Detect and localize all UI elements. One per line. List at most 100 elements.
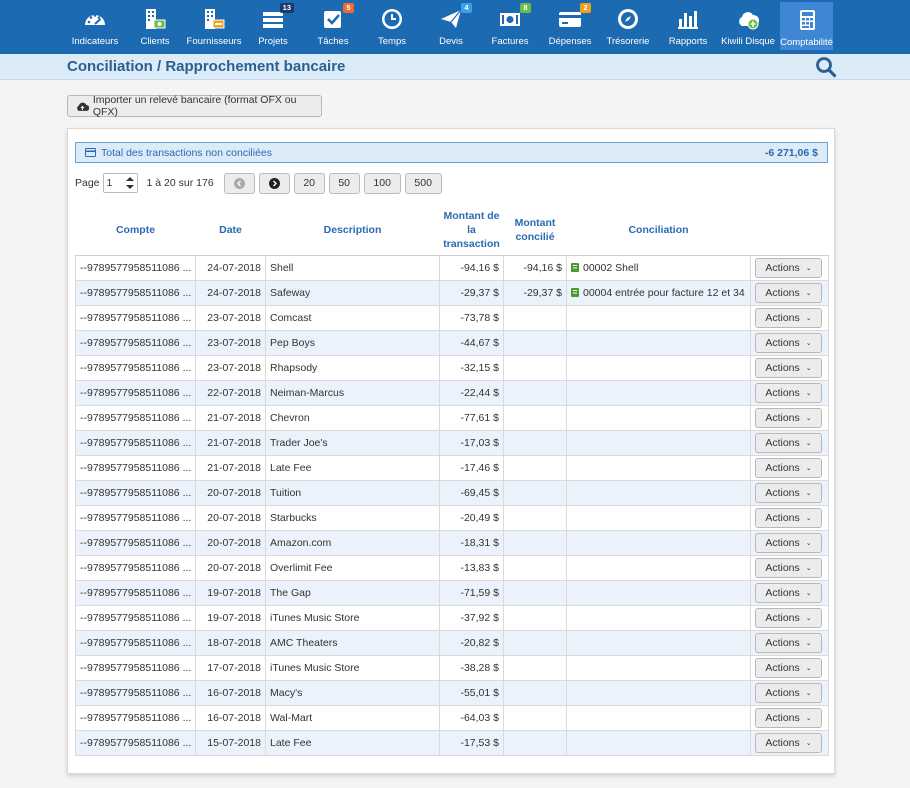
actions-dropdown-button[interactable]: Actions ⌄ xyxy=(755,657,822,678)
expenses-badge: 2 xyxy=(580,3,591,13)
cell-montant-concilie xyxy=(503,304,567,331)
column-header-conciliation[interactable]: Conciliation xyxy=(566,206,751,256)
calculator-icon xyxy=(794,7,820,33)
actions-dropdown-button[interactable]: Actions ⌄ xyxy=(755,707,822,728)
column-header-montant-concilie[interactable]: Montant concilié xyxy=(503,206,567,256)
actions-dropdown-button[interactable]: Actions ⌄ xyxy=(755,457,822,478)
cell-compte: --9789577958511086 ... xyxy=(75,429,196,456)
actions-dropdown-button[interactable]: Actions ⌄ xyxy=(755,332,822,353)
actions-dropdown-button[interactable]: Actions ⌄ xyxy=(755,682,822,703)
next-page-button[interactable] xyxy=(258,172,290,194)
actions-dropdown-button[interactable]: Actions ⌄ xyxy=(755,532,822,553)
import-button-label: Importer un relevé bancaire (format OFX … xyxy=(92,94,297,118)
cell-montant-concilie xyxy=(503,454,567,481)
actions-label: Actions xyxy=(765,711,800,724)
table-row: --9789577958511086 ... 20-07-2018 Tuitio… xyxy=(75,479,829,506)
nav-item-temps[interactable]: Temps xyxy=(377,0,407,52)
nav-item-fournisseurs[interactable]: Fournisseurs xyxy=(187,0,241,52)
column-header-montant-transaction[interactable]: Montant de la transaction xyxy=(439,206,504,256)
actions-dropdown-button[interactable]: Actions ⌄ xyxy=(755,257,822,278)
transactions-table: Compte Date Description Montant de la tr… xyxy=(75,206,829,756)
cell-actions: Actions ⌄ xyxy=(750,279,829,306)
tasks-icon: 5 xyxy=(320,3,354,32)
table-body: --9789577958511086 ... 24-07-2018 Shell … xyxy=(75,254,829,756)
reconciliation-text: 00004 entrée pour facture 12 et 34 xyxy=(583,286,745,299)
table-header-row: Compte Date Description Montant de la tr… xyxy=(75,206,829,256)
column-header-compte[interactable]: Compte xyxy=(75,206,196,256)
cell-date: 18-07-2018 xyxy=(195,629,266,656)
cell-montant-transaction: -32,15 $ xyxy=(439,354,504,381)
cell-montant-transaction: -20,82 $ xyxy=(439,629,504,656)
pagination: Page 1 1 à 20 sur 176 20 50 100 500 xyxy=(75,172,442,194)
chevron-down-icon: ⌄ xyxy=(805,339,812,347)
spinner-arrows-icon[interactable] xyxy=(125,176,134,190)
actions-dropdown-button[interactable]: Actions ⌄ xyxy=(755,482,822,503)
search-button[interactable] xyxy=(815,56,837,78)
page-size-50-button[interactable]: 50 xyxy=(328,172,360,194)
nav-item-tresorerie[interactable]: Trésorerie xyxy=(607,0,649,52)
nav-item-indicateurs[interactable]: Indicateurs xyxy=(70,0,120,52)
actions-label: Actions xyxy=(765,386,800,399)
actions-dropdown-button[interactable]: Actions ⌄ xyxy=(755,282,822,303)
actions-dropdown-button[interactable]: Actions ⌄ xyxy=(755,632,822,653)
table-row: --9789577958511086 ... 21-07-2018 Trader… xyxy=(75,429,829,456)
actions-dropdown-button[interactable]: Actions ⌄ xyxy=(755,582,822,603)
cell-montant-transaction: -37,92 $ xyxy=(439,604,504,631)
actions-dropdown-button[interactable]: Actions ⌄ xyxy=(755,432,822,453)
page-size-20-button[interactable]: 20 xyxy=(293,172,325,194)
cell-compte: --9789577958511086 ... xyxy=(75,479,196,506)
nav-item-depenses[interactable]: 2 Dépenses xyxy=(549,0,591,52)
cell-conciliation xyxy=(566,404,751,431)
actions-dropdown-button[interactable]: Actions ⌄ xyxy=(755,357,822,378)
cell-date: 22-07-2018 xyxy=(195,379,266,406)
nav-item-factures[interactable]: 8 Factures xyxy=(492,0,531,52)
arrow-left-icon xyxy=(233,177,245,189)
nav-item-kiwili-disque[interactable]: Kiwili Disque xyxy=(721,0,775,52)
column-header-description[interactable]: Description xyxy=(265,206,440,256)
cell-description: Trader Joe's xyxy=(265,429,440,456)
nav-item-comptabilite[interactable]: Comptabilité xyxy=(780,2,833,50)
ledger-book-icon xyxy=(571,288,579,297)
actions-dropdown-button[interactable]: Actions ⌄ xyxy=(755,382,822,403)
cell-description: iTunes Music Store xyxy=(265,604,440,631)
actions-dropdown-button[interactable]: Actions ⌄ xyxy=(755,507,822,528)
nav-item-clients[interactable]: Clients xyxy=(136,0,174,52)
cell-date: 15-07-2018 xyxy=(195,729,266,756)
cell-montant-transaction: -29,37 $ xyxy=(439,279,504,306)
column-header-date[interactable]: Date xyxy=(195,206,266,256)
nav-item-taches[interactable]: 5 Tâches xyxy=(317,0,354,52)
search-icon xyxy=(816,57,837,78)
compass-icon xyxy=(615,6,641,32)
actions-dropdown-button[interactable]: Actions ⌄ xyxy=(755,557,822,578)
cell-montant-concilie xyxy=(503,479,567,506)
cell-actions: Actions ⌄ xyxy=(750,404,829,431)
page-size-100-button[interactable]: 100 xyxy=(363,172,401,194)
nav-item-devis[interactable]: 4 Devis xyxy=(436,0,472,52)
cell-actions: Actions ⌄ xyxy=(750,529,829,556)
cell-montant-transaction: -18,31 $ xyxy=(439,529,504,556)
chevron-down-icon: ⌄ xyxy=(805,389,812,397)
actions-dropdown-button[interactable]: Actions ⌄ xyxy=(755,307,822,328)
reconciliation-link[interactable]: 00002 Shell xyxy=(571,262,746,274)
cell-montant-concilie xyxy=(503,679,567,706)
table-row: --9789577958511086 ... 19-07-2018 iTunes… xyxy=(75,604,829,631)
reconciliation-link[interactable]: 00004 entrée pour facture 12 et 34 xyxy=(571,287,746,299)
cell-montant-concilie xyxy=(503,529,567,556)
actions-dropdown-button[interactable]: Actions ⌄ xyxy=(755,607,822,628)
actions-dropdown-button[interactable]: Actions ⌄ xyxy=(755,407,822,428)
page-number-input[interactable]: 1 xyxy=(102,173,138,193)
import-statement-button[interactable]: Importer un relevé bancaire (format OFX … xyxy=(67,94,322,118)
prev-page-button[interactable] xyxy=(223,172,255,194)
cell-actions: Actions ⌄ xyxy=(750,454,829,481)
nav-item-rapports[interactable]: Rapports xyxy=(669,0,707,52)
cell-actions: Actions ⌄ xyxy=(750,629,829,656)
nav-item-projets[interactable]: 13 Projets xyxy=(256,0,294,52)
cell-description: Wal-Mart xyxy=(265,704,440,731)
cell-montant-concilie xyxy=(503,354,567,381)
page-size-500-button[interactable]: 500 xyxy=(404,172,442,194)
actions-dropdown-button[interactable]: Actions ⌄ xyxy=(755,732,822,753)
table-row: --9789577958511086 ... 21-07-2018 Late F… xyxy=(75,454,829,481)
cloud-drive-icon xyxy=(735,6,761,32)
cell-montant-concilie xyxy=(503,629,567,656)
cell-date: 23-07-2018 xyxy=(195,329,266,356)
